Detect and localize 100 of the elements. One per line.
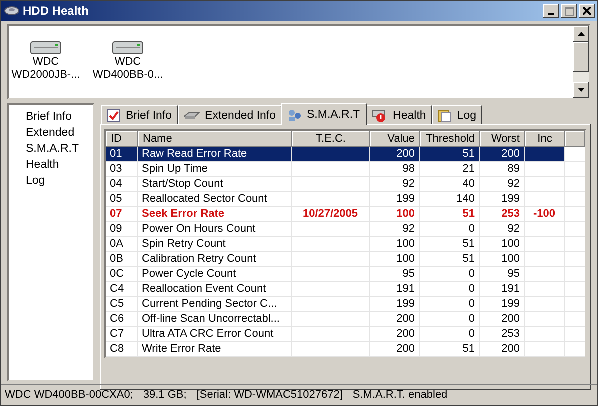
column-header[interactable]: T.E.C. <box>292 131 370 147</box>
id-cell: 03 <box>106 162 138 176</box>
value-cell: 98 <box>370 162 420 176</box>
name-cell: Ultra ATA CRC Error Count <box>138 327 292 341</box>
column-header[interactable]: Threshold <box>420 131 480 147</box>
threshold-cell: 51 <box>420 252 480 266</box>
worst-cell: 199 <box>480 297 525 311</box>
threshold-cell: 0 <box>420 297 480 311</box>
value-cell: 200 <box>370 312 420 326</box>
hard-drive-icon <box>112 40 144 56</box>
table-row[interactable]: C7 Ultra ATA CRC Error Count 200 0 253 <box>106 327 585 342</box>
table-row[interactable]: 07 Seek Error Rate 10/27/2005 100 51 253 -100 <box>106 207 585 222</box>
column-header[interactable]: ID <box>106 131 138 147</box>
sidebar-item[interactable]: Extended <box>26 125 93 141</box>
table-row[interactable]: 0A Spin Retry Count 100 51 100 <box>106 237 585 252</box>
maximize-button[interactable] <box>561 4 577 18</box>
threshold-cell: 51 <box>420 147 480 161</box>
threshold-cell: 40 <box>420 177 480 191</box>
table-row[interactable]: 0C Power Cycle Count 95 0 95 <box>106 267 585 282</box>
name-cell: Spin Up Time <box>138 162 292 176</box>
worst-cell: 92 <box>480 177 525 191</box>
close-button[interactable] <box>579 4 595 18</box>
status-text: S.M.A.R.T. enabled <box>352 389 448 401</box>
name-cell: Write Error Rate <box>138 342 292 356</box>
threshold-cell: 0 <box>420 267 480 281</box>
worst-cell: 253 <box>480 327 525 341</box>
table-row[interactable]: C6 Off-line Scan Uncorrectabl... 200 0 200 <box>106 312 585 327</box>
threshold-cell: 140 <box>420 192 480 206</box>
column-header[interactable]: Inc <box>525 131 565 147</box>
table-row[interactable]: 03 Spin Up Time 98 21 89 <box>106 162 585 177</box>
table-row[interactable]: 09 Power On Hours Count 92 0 92 <box>106 222 585 237</box>
name-cell: Current Pending Sector C... <box>138 297 292 311</box>
value-cell: 191 <box>370 282 420 296</box>
table-row[interactable]: C5 Current Pending Sector C... 199 0 199 <box>106 297 585 312</box>
scroll-bar[interactable] <box>573 26 589 98</box>
table-row[interactable]: C8 Write Error Rate 200 51 200 <box>106 342 585 357</box>
table-row[interactable]: C4 Reallocation Event Count 191 0 191 <box>106 282 585 297</box>
sidebar-item[interactable]: S.M.A.R.T <box>26 141 93 157</box>
value-cell: 200 <box>370 342 420 356</box>
sidebar-item[interactable]: Brief Info <box>26 109 93 125</box>
window-title: HDD Health <box>23 4 90 18</box>
threshold-cell: 51 <box>420 342 480 356</box>
name-cell: Power On Hours Count <box>138 222 292 236</box>
table-row[interactable]: 04 Start/Stop Count 92 40 92 <box>106 177 585 192</box>
tab[interactable]: Health <box>366 105 432 125</box>
tab[interactable]: Log <box>432 105 482 125</box>
people-icon <box>288 108 302 122</box>
drive-icon <box>184 110 200 120</box>
tab[interactable]: Extended Info <box>178 105 282 125</box>
worst-cell: 89 <box>480 162 525 176</box>
drive-item[interactable]: WDC WD2000JB-... <box>11 40 81 98</box>
id-cell: C5 <box>106 297 138 311</box>
id-cell: C7 <box>106 327 138 341</box>
date-cell: 10/27/2005 <box>292 207 370 221</box>
table-row[interactable]: 05 Reallocated Sector Count 199 140 199 <box>106 192 585 207</box>
value-cell: 200 <box>370 147 420 161</box>
minimize-button[interactable] <box>543 4 559 18</box>
id-cell: 05 <box>106 192 138 206</box>
maximize-icon <box>564 6 574 16</box>
table-row[interactable]: 01 Raw Read Error Rate 200 51 200 <box>106 147 585 162</box>
name-cell: Power Cycle Count <box>138 267 292 281</box>
name-cell: Off-line Scan Uncorrectabl... <box>138 312 292 326</box>
name-cell: Calibration Retry Count <box>138 252 292 266</box>
threshold-cell: 21 <box>420 162 480 176</box>
column-header[interactable]: Name <box>138 131 292 147</box>
column-header[interactable]: Worst <box>480 131 525 147</box>
value-cell: 100 <box>370 237 420 251</box>
threshold-cell: 0 <box>420 282 480 296</box>
table-row[interactable]: 0B Calibration Retry Count 100 51 100 <box>106 252 585 267</box>
worst-cell: 191 <box>480 282 525 296</box>
threshold-cell: 0 <box>420 312 480 326</box>
drive-icon <box>4 5 20 17</box>
sidebar-item[interactable]: Health <box>26 157 93 173</box>
drive-item[interactable]: WDC WD400BB-0... <box>93 40 163 98</box>
worst-cell: 100 <box>480 237 525 251</box>
worst-cell: 100 <box>480 252 525 266</box>
hard-drive-icon <box>30 40 62 56</box>
id-cell: 09 <box>106 222 138 236</box>
worst-cell: 92 <box>480 222 525 236</box>
id-cell: C8 <box>106 342 138 356</box>
id-cell: C6 <box>106 312 138 326</box>
name-cell: Reallocation Event Count <box>138 282 292 296</box>
threshold-cell: 0 <box>420 327 480 341</box>
value-cell: 100 <box>370 207 420 221</box>
value-cell: 92 <box>370 177 420 191</box>
value-cell: 200 <box>370 327 420 341</box>
name-cell: Spin Retry Count <box>138 237 292 251</box>
tab[interactable]: Brief Info <box>101 105 178 125</box>
value-cell: 199 <box>370 297 420 311</box>
threshold-cell: 51 <box>420 237 480 251</box>
value-cell: 95 <box>370 267 420 281</box>
threshold-cell: 0 <box>420 222 480 236</box>
status-text: WDC WD400BB-00CXA0; <box>5 389 134 401</box>
tab[interactable]: S.M.A.R.T <box>281 103 368 125</box>
worst-cell: 199 <box>480 192 525 206</box>
name-cell: Start/Stop Count <box>138 177 292 191</box>
worst-cell: 200 <box>480 147 525 161</box>
id-cell: 0C <box>106 267 138 281</box>
column-header[interactable]: Value <box>370 131 420 147</box>
sidebar-item[interactable]: Log <box>26 173 93 189</box>
